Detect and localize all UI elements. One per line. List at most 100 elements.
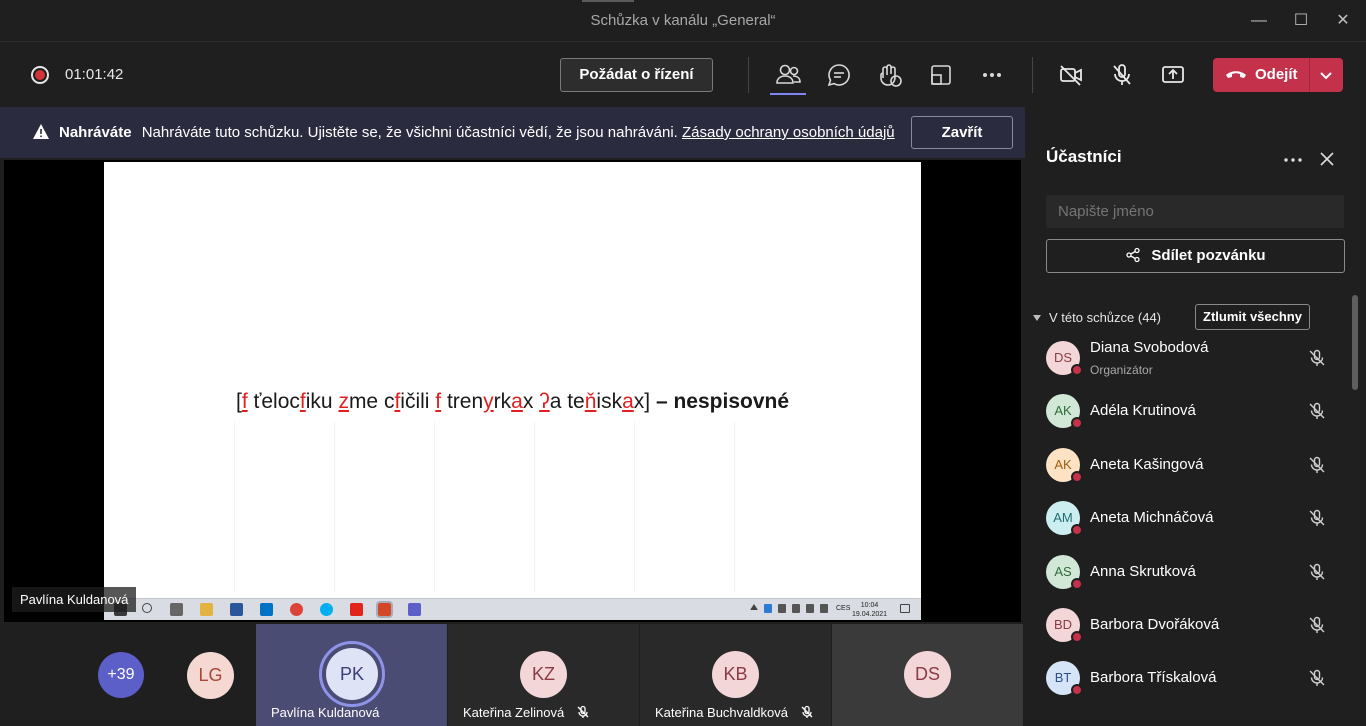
slide-mark: a: [511, 390, 523, 413]
slide-text: x: [522, 390, 540, 413]
avatar-initials: AK: [1054, 403, 1072, 419]
participant-avatar: AS: [1046, 554, 1083, 590]
thumbnail-name: Kateřina Buchvaldková: [655, 705, 788, 720]
share-invite-button[interactable]: Sdílet pozvánku: [1046, 239, 1345, 273]
taskbar-time: 10:04: [860, 602, 879, 609]
mic-off-icon[interactable]: [1307, 401, 1327, 421]
slide-gridline: [334, 422, 335, 592]
leave-button[interactable]: Odejít: [1213, 58, 1343, 92]
slide-text: ťeloc: [247, 390, 300, 413]
skype-icon: [320, 603, 333, 616]
slide-gridline: [434, 422, 435, 592]
panel-more-icon[interactable]: [1281, 149, 1305, 169]
chevron-down-icon[interactable]: [1317, 66, 1335, 84]
panel-title: Účastníci: [1046, 147, 1122, 166]
input-language: CES: [836, 605, 851, 612]
participant-row[interactable]: BD Barbora Dvořáková: [1025, 598, 1350, 651]
mic-tray-icon: [778, 604, 786, 613]
mic-off-icon[interactable]: [1307, 615, 1327, 635]
privacy-link[interactable]: Zásady ochrany osobních údajů: [682, 124, 895, 141]
mic-off-icon[interactable]: [1307, 348, 1327, 368]
onedrive-icon: [764, 604, 772, 613]
status-dot: [1071, 524, 1083, 537]
avatar-initials: AK: [1054, 456, 1072, 472]
avatar-kb: KB: [712, 651, 759, 698]
mic-off-icon[interactable]: [1107, 60, 1137, 90]
thumbnail-pavlina[interactable]: PK Pavlína Kuldanová: [256, 624, 447, 726]
status-dot: [1071, 577, 1083, 590]
participant-avatar: BD: [1046, 608, 1083, 643]
shared-content-stage: [f ťelocfiku zme cfičili f trenyrkax ʔa …: [4, 160, 1021, 622]
participant-name: Diana Svobodová: [1090, 339, 1209, 356]
search-icon: [142, 603, 152, 613]
slide-gridline: [534, 422, 535, 592]
participant-row[interactable]: AM Aneta Michnáčová: [1025, 491, 1350, 544]
participant-row[interactable]: AS Anna Skrutková: [1025, 545, 1350, 598]
thumbnail-katerina-z[interactable]: KZ Kateřina Zelinová: [448, 624, 639, 726]
taskbar-clock: 10:04 19.04.2021: [852, 601, 887, 619]
leave-divider: [1309, 58, 1310, 92]
taskbar-date: 19.04.2021: [852, 611, 888, 618]
tray-arrow-icon: [750, 604, 758, 610]
participant-avatar: AK: [1046, 447, 1083, 483]
mic-off-icon[interactable]: [1307, 508, 1327, 528]
meeting-timer: 01:01:42: [65, 66, 124, 83]
slide-mark: y: [483, 390, 494, 413]
section-label: V této schůzce (44): [1049, 310, 1161, 325]
participants-icon[interactable]: [773, 60, 803, 90]
minimize-button[interactable]: —: [1246, 8, 1272, 34]
participant-row[interactable]: AK Aneta Kašingová: [1025, 438, 1350, 491]
acrobat-icon: [350, 603, 363, 616]
participant-avatar: DS: [1046, 341, 1083, 376]
teams-icon: [408, 603, 421, 616]
request-control-button[interactable]: Požádat o řízení: [560, 58, 713, 92]
rooms-icon[interactable]: [926, 60, 956, 90]
window-title: Schůzka v kanálu „General“: [590, 12, 776, 29]
avatar-initials: DS: [1053, 350, 1073, 365]
slide-gridline: [234, 422, 235, 592]
participant-row[interactable]: BT Barbora Třískalová: [1025, 651, 1350, 704]
presentation-slide: [f ťelocfiku zme cfičili f trenyrkax ʔa …: [104, 162, 921, 598]
thumbnail-ds[interactable]: DS: [832, 624, 1023, 726]
mic-off-icon[interactable]: [1307, 668, 1327, 688]
slide-gridline: [734, 422, 735, 592]
maximize-button[interactable]: ☐: [1288, 8, 1314, 34]
mic-off-icon[interactable]: [1307, 455, 1327, 475]
banner-close-button[interactable]: Zavřít: [911, 116, 1013, 149]
slide-text: iku: [305, 390, 339, 413]
banner-title: Nahráváte: [59, 124, 132, 141]
participant-row[interactable]: AK Adéla Krutinová: [1025, 384, 1350, 437]
mute-all-button[interactable]: Ztlumit všechny: [1195, 304, 1310, 330]
participant-name: Aneta Michnáčová: [1090, 509, 1214, 527]
meeting-section-header[interactable]: V této schůzce (44): [1033, 310, 1161, 325]
more-actions-icon[interactable]: [977, 60, 1007, 90]
toolbar-divider: [748, 57, 749, 93]
collapse-triangle-icon: [1033, 315, 1041, 321]
close-window-button[interactable]: ✕: [1330, 8, 1356, 34]
close-icon[interactable]: [1317, 149, 1337, 169]
share-screen-icon[interactable]: [1158, 60, 1188, 90]
thumbnail-katerina-b[interactable]: KB Kateřina Buchvaldková: [640, 624, 831, 726]
participant-name: Anna Skrutková: [1090, 562, 1196, 580]
chat-icon[interactable]: [824, 60, 854, 90]
presenter-name-tag: Pavlína Kuldanová: [12, 587, 137, 612]
panel-scrollbar[interactable]: [1352, 295, 1358, 390]
powerpoint-icon: [376, 601, 393, 618]
status-dot: [1071, 631, 1083, 643]
avatar-initials: BT: [1054, 670, 1072, 686]
avatar-ds: DS: [904, 651, 951, 698]
participant-avatar: AK: [1046, 394, 1083, 430]
camera-off-icon[interactable]: [1056, 60, 1086, 90]
more-participants-badge[interactable]: +39: [98, 652, 144, 698]
thumbnail-name: Kateřina Zelinová: [463, 705, 565, 720]
leave-label: Odejít: [1255, 66, 1298, 83]
volume-icon: [820, 604, 828, 613]
participant-name: Aneta Kašingová: [1090, 455, 1204, 473]
reactions-icon[interactable]: [875, 60, 905, 90]
participant-search-input[interactable]: [1046, 195, 1344, 228]
slide-transcription: [f ťelocfiku zme cfičili f trenyrkax ʔa …: [104, 390, 921, 414]
mic-off-icon[interactable]: [1307, 562, 1327, 582]
slide-bold-text: – nespisovné: [655, 390, 790, 413]
avatar-lg[interactable]: LG: [187, 652, 234, 699]
participant-row[interactable]: DS Diana Svobodová Organizátor: [1025, 331, 1350, 384]
